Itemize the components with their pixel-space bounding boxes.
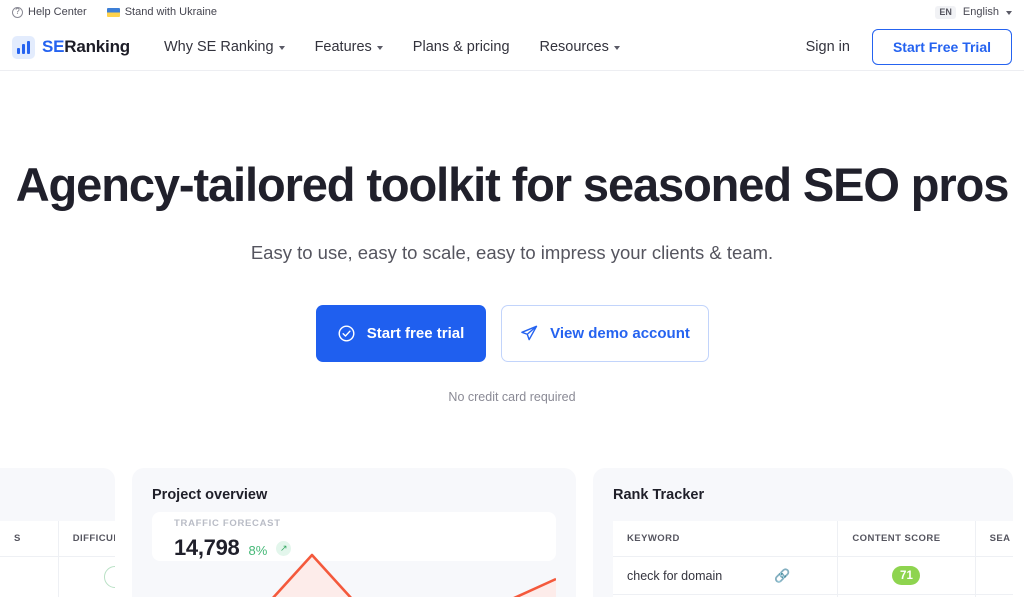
table-row[interactable]: check for domain 🔗 71: [613, 556, 1013, 595]
traffic-forecast-label: TRAFFIC FORECAST: [174, 518, 281, 529]
navbar-right: Sign in Start Free Trial: [806, 29, 1012, 65]
language-code: EN: [935, 5, 956, 19]
column-header-first: S: [0, 521, 59, 557]
column-header-keyword: KEYWORD: [613, 521, 838, 557]
cell-keyword: check for domain 🔗: [613, 556, 838, 595]
keyword-difficulty-card: S DIFFICULTY 3: [0, 468, 115, 597]
question-circle-icon: ?: [12, 6, 23, 18]
nav-item-label: Plans & pricing: [412, 39, 510, 55]
column-header-content-score: CONTENT SCORE: [837, 521, 976, 557]
start-free-trial-button[interactable]: Start Free Trial: [871, 29, 1012, 65]
help-center-link[interactable]: ? Help Center: [12, 6, 87, 18]
product-preview-cards: S DIFFICULTY 3: [0, 468, 1024, 597]
chevron-down-icon: [278, 46, 285, 50]
project-overview-title: Project overview: [152, 487, 268, 503]
hero-subheadline: Easy to use, easy to scale, easy to impr…: [250, 241, 774, 263]
rank-tracker-table: KEYWORD CONTENT SCORE SEA check for doma…: [613, 521, 1013, 597]
rank-tracker-card: Rank Tracker KEYWORD CONTENT SCORE SEA c…: [593, 468, 1013, 597]
main-navbar: SERanking Why SE Ranking Features Plans …: [0, 24, 1024, 71]
hero-cta-row: Start free trial View demo account: [0, 304, 1024, 362]
nav-item-features[interactable]: Features: [315, 39, 383, 55]
view-demo-account-button[interactable]: View demo account: [500, 304, 709, 362]
chevron-down-icon: [1006, 11, 1012, 15]
content-score-badge: 71: [892, 566, 921, 585]
start-free-trial-cta-button[interactable]: Start free trial: [315, 304, 486, 362]
difficulty-badge: 3: [104, 566, 115, 588]
brand-name-ranking: Ranking: [64, 37, 130, 56]
cell-difficulty: 3: [57, 556, 115, 597]
nav-item-why-se-ranking[interactable]: Why SE Ranking: [164, 39, 285, 55]
nav-item-label: Resources: [539, 39, 609, 55]
difficulty-table: S DIFFICULTY 3: [0, 521, 115, 597]
nav-item-label: Why SE Ranking: [163, 39, 274, 55]
ukraine-flag-icon: [106, 7, 120, 17]
brand-name-se: SE: [42, 37, 65, 56]
cell-content-score: 71: [837, 556, 976, 595]
language-selector[interactable]: EN English: [935, 5, 1012, 19]
column-header-search-volume: SEA: [974, 521, 1013, 557]
chevron-down-icon: [376, 46, 383, 50]
cell-first: [0, 556, 59, 597]
hero-section: Agency-tailored toolkit for seasoned SEO…: [0, 71, 1024, 404]
language-name: English: [962, 6, 999, 18]
cell-search-volume: [974, 556, 1013, 595]
nav-item-label: Features: [314, 39, 372, 55]
column-header-difficulty: DIFFICULTY: [57, 521, 115, 557]
rank-tracker-table-element: KEYWORD CONTENT SCORE SEA check for doma…: [613, 521, 1013, 597]
table-row[interactable]: 3: [0, 556, 115, 597]
stand-with-ukraine-link[interactable]: Stand with Ukraine: [106, 6, 218, 18]
keyword-value: check for domain: [627, 568, 723, 583]
traffic-forecast-sparkline: [152, 553, 556, 597]
paper-plane-icon: [521, 325, 538, 341]
utility-bar-left: ? Help Center Stand with Ukraine: [12, 6, 217, 18]
brand-name: SERanking: [42, 37, 130, 57]
utility-bar: ? Help Center Stand with Ukraine EN Engl…: [0, 0, 1024, 24]
chevron-down-icon: [613, 46, 620, 50]
nav-item-plans-pricing[interactable]: Plans & pricing: [413, 39, 510, 55]
table-header-row: KEYWORD CONTENT SCORE SEA: [613, 521, 1013, 557]
difficulty-table-element: S DIFFICULTY 3: [0, 521, 115, 597]
table-header-row: S DIFFICULTY: [0, 521, 115, 557]
bar-chart-logo-icon: [12, 35, 35, 59]
help-center-label: Help Center: [28, 6, 87, 18]
link-icon[interactable]: 🔗: [774, 568, 790, 584]
page-title: Agency-tailored toolkit for seasoned SEO…: [15, 158, 1010, 211]
nav-links: Why SE Ranking Features Plans & pricing …: [164, 39, 620, 55]
rank-tracker-title: Rank Tracker: [613, 487, 705, 503]
sign-in-link[interactable]: Sign in: [806, 39, 850, 55]
stand-with-ukraine-label: Stand with Ukraine: [124, 6, 218, 18]
nav-item-resources[interactable]: Resources: [540, 39, 620, 55]
traffic-forecast-panel: TRAFFIC FORECAST 14,798 8% ↗: [152, 512, 556, 597]
project-overview-card: Project overview TRAFFIC FORECAST 14,798…: [132, 468, 576, 597]
start-free-trial-cta-label: Start free trial: [366, 324, 465, 342]
view-demo-account-label: View demo account: [550, 324, 690, 342]
check-circle-icon: [338, 325, 355, 342]
no-credit-card-note: No credit card required: [448, 389, 576, 404]
brand-logo[interactable]: SERanking: [12, 35, 130, 59]
